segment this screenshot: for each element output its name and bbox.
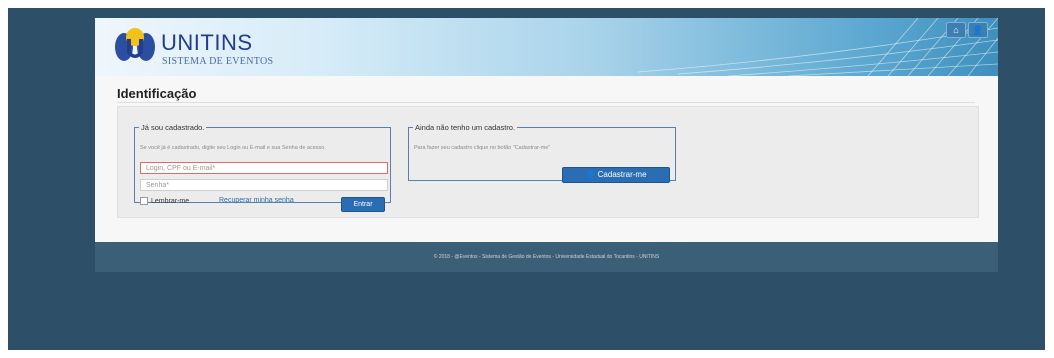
brand-title: UNITINS xyxy=(161,30,253,55)
footer: © 2018 - @Eventos - Sistema de Gestão de… xyxy=(95,242,998,272)
register-fieldset: Ainda não tenho um cadastro. Para fazer … xyxy=(408,123,676,183)
page-title: Identificação xyxy=(117,86,197,101)
login-button[interactable]: Entrar xyxy=(341,197,385,212)
top-icon-bar: ⌂ 👤 xyxy=(946,22,988,38)
title-divider xyxy=(117,102,975,103)
home-icon[interactable]: ⌂ xyxy=(946,22,966,38)
login-fieldset: Já sou cadastrado. Se você já é cadastra… xyxy=(134,123,391,212)
identification-panel: Já sou cadastrado. Se você já é cadastra… xyxy=(117,106,979,218)
login-input[interactable]: Login, CPF ou E-mail* xyxy=(140,162,388,174)
remember-label: Lembrar-me xyxy=(151,197,190,205)
register-legend: Ainda não tenho um cadastro. xyxy=(415,123,516,132)
recover-password-link[interactable]: Recuperar minha senha xyxy=(219,197,294,204)
user-icon[interactable]: 👤 xyxy=(968,22,988,38)
login-help-text: Se você já é cadastrado, digite seu Logi… xyxy=(140,145,326,151)
app-background: UNITINS SISTEMA DE EVENTOS ⌂ 👤 Identific… xyxy=(8,8,1045,350)
user-icon: 👤 xyxy=(585,170,596,179)
page-container: UNITINS SISTEMA DE EVENTOS ⌂ 👤 Identific… xyxy=(95,18,998,272)
footer-text: © 2018 - @Eventos - Sistema de Gestão de… xyxy=(433,254,660,260)
banner-grid-graphic xyxy=(638,18,998,76)
remember-checkbox[interactable] xyxy=(140,197,148,205)
brand-subtitle: SISTEMA DE EVENTOS xyxy=(162,56,274,67)
remember-me[interactable]: Lembrar-me xyxy=(140,197,189,205)
password-input[interactable]: Senha* xyxy=(140,179,388,191)
register-button-label: Cadastrar-me xyxy=(597,170,647,179)
login-legend: Já sou cadastrado. xyxy=(141,123,205,132)
register-help-text: Para fazer seu cadastro clique no botão … xyxy=(414,145,551,151)
register-button[interactable]: 👤 Cadastrar-me xyxy=(562,167,670,183)
header-banner: UNITINS SISTEMA DE EVENTOS ⌂ 👤 xyxy=(95,18,998,76)
unitins-logo xyxy=(115,28,155,61)
